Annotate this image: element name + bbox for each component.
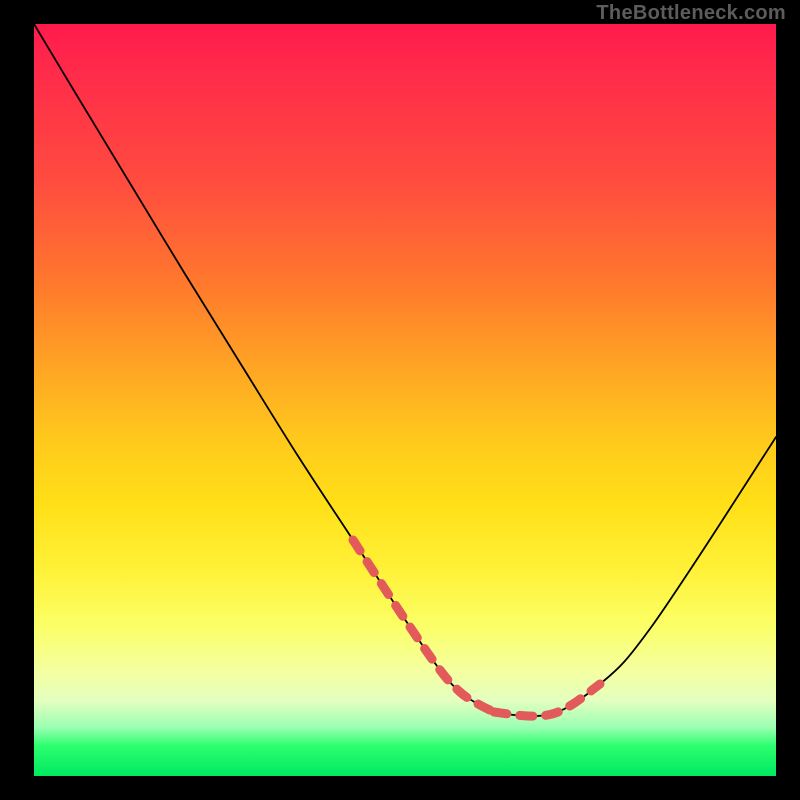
highlight-left [353, 540, 494, 712]
watermark-label: TheBottleneck.com [596, 2, 786, 25]
chart-frame: TheBottleneck.com [0, 0, 800, 800]
curve-layer [34, 24, 776, 776]
plot-area [34, 24, 776, 776]
highlight-right [494, 684, 600, 716]
